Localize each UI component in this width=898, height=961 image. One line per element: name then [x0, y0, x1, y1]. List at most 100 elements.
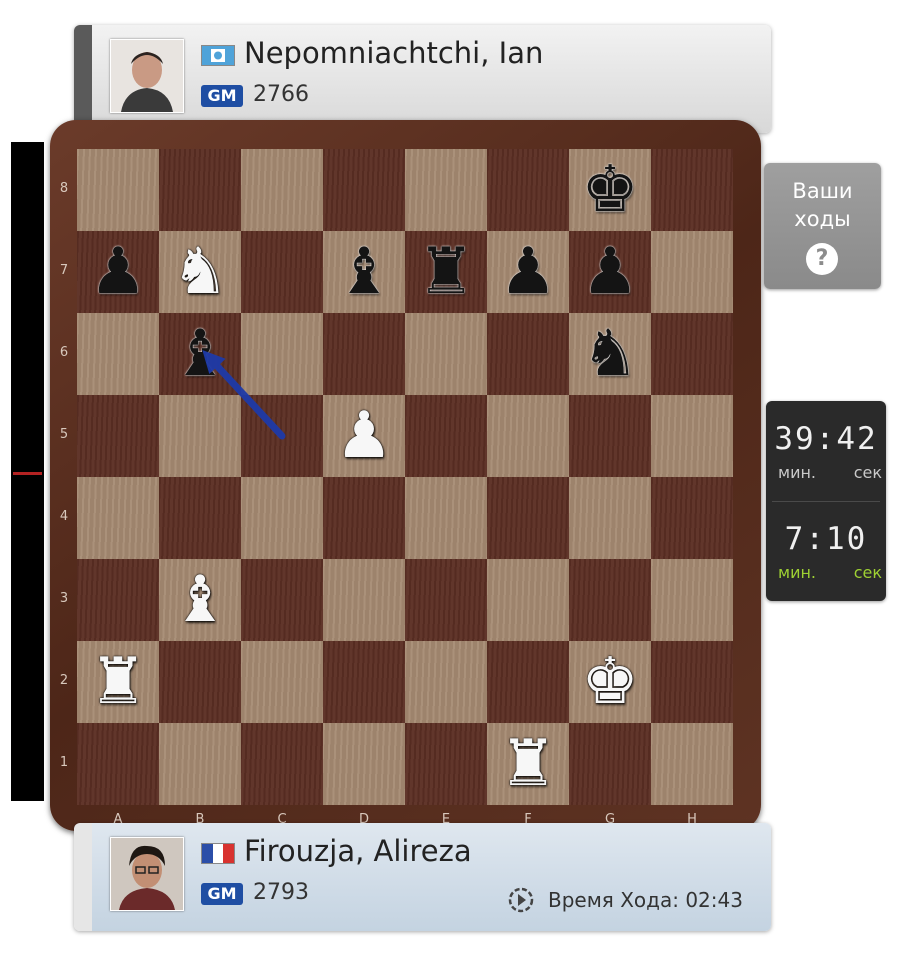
bottom-player-title-badge: GM [201, 883, 243, 905]
square-c4[interactable] [241, 477, 323, 559]
black-bishop-piece[interactable]: ♝ [323, 231, 405, 313]
rank-label: 6 [59, 345, 69, 360]
square-c7[interactable] [241, 231, 323, 313]
top-sec-label: сек [853, 463, 882, 482]
white-pawn-piece[interactable]: ♟ [323, 395, 405, 477]
square-g4[interactable] [569, 477, 651, 559]
square-b3[interactable]: ♝ [159, 559, 241, 641]
top-clock-time: 39:42 [774, 421, 878, 457]
square-b2[interactable] [159, 641, 241, 723]
square-h3[interactable] [651, 559, 733, 641]
square-e3[interactable] [405, 559, 487, 641]
top-clock-units: мин. сек [778, 463, 882, 482]
square-c2[interactable] [241, 641, 323, 723]
square-d4[interactable] [323, 477, 405, 559]
chess-board[interactable]: ♚ ♟ ♞ ♝ ♜ ♟ ♟ ♝ ♞ ♟ ♝ ♜ ♚ ♜ [77, 149, 733, 805]
square-a6[interactable] [77, 313, 159, 395]
square-g2[interactable]: ♚ [569, 641, 651, 723]
move-time-label: Время Хода: 02:43 [548, 888, 743, 912]
black-king-piece[interactable]: ♚ [569, 149, 651, 231]
rank-label: 1 [59, 755, 69, 770]
black-knight-piece[interactable]: ♞ [569, 313, 651, 395]
square-c1[interactable] [241, 723, 323, 805]
square-a3[interactable] [77, 559, 159, 641]
game-clock: 39:42 мин. сек 7:10 мин. сек [766, 401, 886, 601]
black-bishop-piece[interactable]: ♝ [159, 313, 241, 395]
rank-label: 8 [59, 181, 69, 196]
square-a7[interactable]: ♟ [77, 231, 159, 313]
clock-divider [772, 501, 880, 502]
bottom-player-name[interactable]: Firouzja, Alireza [244, 834, 472, 868]
bottom-player-rating: 2793 [253, 880, 309, 905]
square-f2[interactable] [487, 641, 569, 723]
black-pawn-piece[interactable]: ♟ [487, 231, 569, 313]
square-e1[interactable] [405, 723, 487, 805]
square-d1[interactable] [323, 723, 405, 805]
square-a4[interactable] [77, 477, 159, 559]
square-g1[interactable] [569, 723, 651, 805]
your-moves-hint-button[interactable]: Ваши ходы ? [764, 163, 881, 289]
square-f5[interactable] [487, 395, 569, 477]
square-f3[interactable] [487, 559, 569, 641]
square-f4[interactable] [487, 477, 569, 559]
square-a2[interactable]: ♜ [77, 641, 159, 723]
square-e6[interactable] [405, 313, 487, 395]
top-player-name[interactable]: Nepomniachtchi, Ian [244, 36, 543, 70]
square-d6[interactable] [323, 313, 405, 395]
square-e4[interactable] [405, 477, 487, 559]
square-f8[interactable] [487, 149, 569, 231]
square-d2[interactable] [323, 641, 405, 723]
white-knight-piece[interactable]: ♞ [159, 231, 241, 313]
square-a5[interactable] [77, 395, 159, 477]
move-timer-icon [508, 887, 534, 913]
white-rook-piece[interactable]: ♜ [77, 641, 159, 723]
square-d7[interactable]: ♝ [323, 231, 405, 313]
square-a1[interactable] [77, 723, 159, 805]
square-h7[interactable] [651, 231, 733, 313]
top-player-rating: 2766 [253, 82, 309, 107]
square-e2[interactable] [405, 641, 487, 723]
square-h8[interactable] [651, 149, 733, 231]
square-g5[interactable] [569, 395, 651, 477]
square-d3[interactable] [323, 559, 405, 641]
square-h4[interactable] [651, 477, 733, 559]
square-g7[interactable]: ♟ [569, 231, 651, 313]
square-b8[interactable] [159, 149, 241, 231]
square-e8[interactable] [405, 149, 487, 231]
square-b1[interactable] [159, 723, 241, 805]
square-g6[interactable]: ♞ [569, 313, 651, 395]
square-g8[interactable]: ♚ [569, 149, 651, 231]
white-bishop-piece[interactable]: ♝ [159, 559, 241, 641]
square-a8[interactable] [77, 149, 159, 231]
square-h5[interactable] [651, 395, 733, 477]
black-pawn-piece[interactable]: ♟ [569, 231, 651, 313]
square-c3[interactable] [241, 559, 323, 641]
square-b4[interactable] [159, 477, 241, 559]
square-h1[interactable] [651, 723, 733, 805]
question-icon[interactable]: ? [806, 243, 838, 275]
square-h6[interactable] [651, 313, 733, 395]
square-c5[interactable] [241, 395, 323, 477]
black-rook-piece[interactable]: ♜ [405, 231, 487, 313]
square-e5[interactable] [405, 395, 487, 477]
white-king-piece[interactable]: ♚ [569, 641, 651, 723]
bottom-player-panel: Firouzja, Alireza GM 2793 Время Хода: 02… [74, 823, 771, 931]
square-f1[interactable]: ♜ [487, 723, 569, 805]
square-f6[interactable] [487, 313, 569, 395]
black-pawn-piece[interactable]: ♟ [77, 231, 159, 313]
top-player-title-badge: GM [201, 85, 243, 107]
square-b7[interactable]: ♞ [159, 231, 241, 313]
white-rook-piece[interactable]: ♜ [487, 723, 569, 805]
fide-flag-icon [201, 45, 235, 66]
square-h2[interactable] [651, 641, 733, 723]
square-d5[interactable]: ♟ [323, 395, 405, 477]
square-f7[interactable]: ♟ [487, 231, 569, 313]
square-b6[interactable]: ♝ [159, 313, 241, 395]
square-d8[interactable] [323, 149, 405, 231]
square-g3[interactable] [569, 559, 651, 641]
evaluation-marker [13, 472, 42, 475]
square-c8[interactable] [241, 149, 323, 231]
square-e7[interactable]: ♜ [405, 231, 487, 313]
square-b5[interactable] [159, 395, 241, 477]
square-c6[interactable] [241, 313, 323, 395]
